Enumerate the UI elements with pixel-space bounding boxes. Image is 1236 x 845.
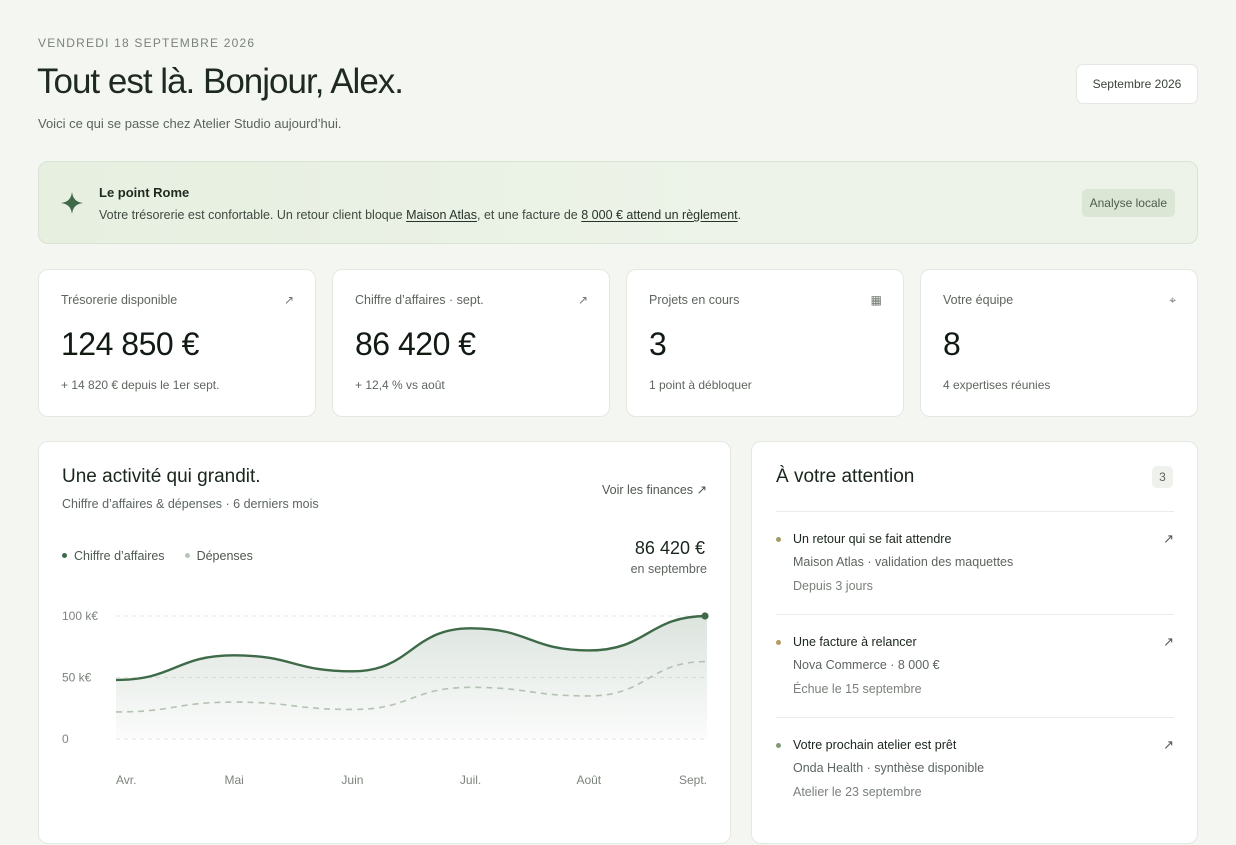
insight-title: Le point Rome xyxy=(99,185,190,200)
attention-count-badge: 3 xyxy=(1152,466,1173,488)
insight-badge: Analyse locale xyxy=(1081,189,1175,217)
attention-title: À votre attention xyxy=(776,466,915,487)
insight-banner: Le point Rome Votre trésorerie est confo… xyxy=(38,161,1198,244)
team-icon: ⌖ xyxy=(1169,293,1176,307)
arrow-up-right-icon[interactable]: ↗ xyxy=(284,293,294,307)
activity-chart: 0 50 k€ 100 k€ Avr. Mai Juin Juil. Août Sept. xyxy=(62,609,709,787)
grid-icon: ▦ xyxy=(870,293,882,307)
stat-note: 4 expertises réunies xyxy=(943,378,1051,392)
attention-item-meta: Depuis 3 jours xyxy=(793,579,873,593)
stat-label: Chiffre d’affaires · sept. xyxy=(355,293,484,307)
y-tick-label: 100 k€ xyxy=(62,609,98,623)
stat-value: 3 xyxy=(649,326,667,362)
series-end-point xyxy=(701,612,709,620)
attention-item[interactable]: Une facture à relancer Nova Commerce · 8… xyxy=(776,614,1174,717)
attention-item-meta: Échue le 15 septembre xyxy=(793,682,922,696)
x-tick-label: Sept. xyxy=(679,773,707,787)
insight-text: Votre trésorerie est confortable. Un ret… xyxy=(99,208,741,222)
attention-item-sub: Nova Commerce · 8 000 € xyxy=(793,658,940,672)
attention-card: À votre attention 3 Un retour qui se fai… xyxy=(751,441,1198,844)
attention-bullet xyxy=(776,537,781,542)
arrow-up-right-icon[interactable]: ↗ xyxy=(1163,634,1174,650)
stat-note: + 14 820 € depuis le 1er sept. xyxy=(61,378,220,392)
insight-link-invoice[interactable]: 8 000 € attend un règlement xyxy=(581,208,737,222)
insight-text-after: . xyxy=(737,208,742,222)
page-subtitle: Voici ce qui se passe chez Atelier Studi… xyxy=(38,116,342,131)
stat-card-team[interactable]: Votre équipe ⌖ 8 4 expertises réunies xyxy=(920,269,1198,417)
attention-bullet xyxy=(776,743,781,748)
insight-text-before: Votre trésorerie est confortable. Un ret… xyxy=(99,208,407,222)
attention-item[interactable]: Un retour qui se fait attendre Maison At… xyxy=(776,511,1174,614)
sparkle-icon xyxy=(61,192,83,214)
stat-value: 8 xyxy=(943,326,961,362)
arrow-up-right-icon[interactable]: ↗ xyxy=(1163,737,1174,753)
attention-item-title: Un retour qui se fait attendre xyxy=(793,532,952,546)
stat-value: 86 420 € xyxy=(355,326,476,362)
stat-card-treasury[interactable]: Trésorerie disponible ↗ 124 850 € + 14 8… xyxy=(38,269,316,417)
attention-item-title: Votre prochain atelier est prêt xyxy=(793,738,957,752)
arrow-up-right-icon[interactable]: ↗ xyxy=(578,293,588,307)
stat-card-projects[interactable]: Projets en cours ▦ 3 1 point à débloquer xyxy=(626,269,904,417)
stat-note: + 12,4 % vs août xyxy=(355,378,445,392)
insight-link-client[interactable]: Maison Atlas xyxy=(406,208,477,222)
series-area-revenue xyxy=(116,616,707,739)
attention-bullet xyxy=(776,640,781,645)
stat-card-revenue[interactable]: Chiffre d’affaires · sept. ↗ 86 420 € + … xyxy=(332,269,610,417)
stat-label: Trésorerie disponible xyxy=(61,293,178,307)
stat-label: Projets en cours xyxy=(649,293,740,307)
attention-item-meta: Atelier le 23 septembre xyxy=(793,785,922,799)
attention-item-sub: Maison Atlas · validation des maquettes xyxy=(793,555,1014,569)
stat-label: Votre équipe xyxy=(943,293,1014,307)
x-tick-label: Avr. xyxy=(116,773,136,787)
x-tick-label: Mai xyxy=(225,773,244,787)
page-title: Tout est là. Bonjour, Alex. xyxy=(37,62,404,101)
month-selector-button[interactable]: Septembre 2026 xyxy=(1076,64,1198,104)
y-tick-label: 50 k€ xyxy=(62,671,92,685)
stat-value: 124 850 € xyxy=(61,326,199,362)
arrow-up-right-icon[interactable]: ↗ xyxy=(1163,531,1174,547)
y-tick-label: 0 xyxy=(62,732,69,746)
date-line: VENDREDI 18 SEPTEMBRE 2026 xyxy=(38,36,256,50)
attention-item-sub: Onda Health · synthèse disponible xyxy=(793,761,985,775)
x-tick-label: Août xyxy=(576,773,601,787)
activity-card: Une activité qui grandit. Chiffre d’affa… xyxy=(38,441,731,844)
attention-item-title: Une facture à relancer xyxy=(793,635,917,649)
stat-note: 1 point à débloquer xyxy=(649,378,752,392)
x-tick-label: Juil. xyxy=(460,773,481,787)
attention-item[interactable]: Votre prochain atelier est prêt Onda Hea… xyxy=(776,717,1174,820)
insight-text-middle: , et une facture de xyxy=(477,208,582,222)
x-tick-label: Juin xyxy=(341,773,363,787)
